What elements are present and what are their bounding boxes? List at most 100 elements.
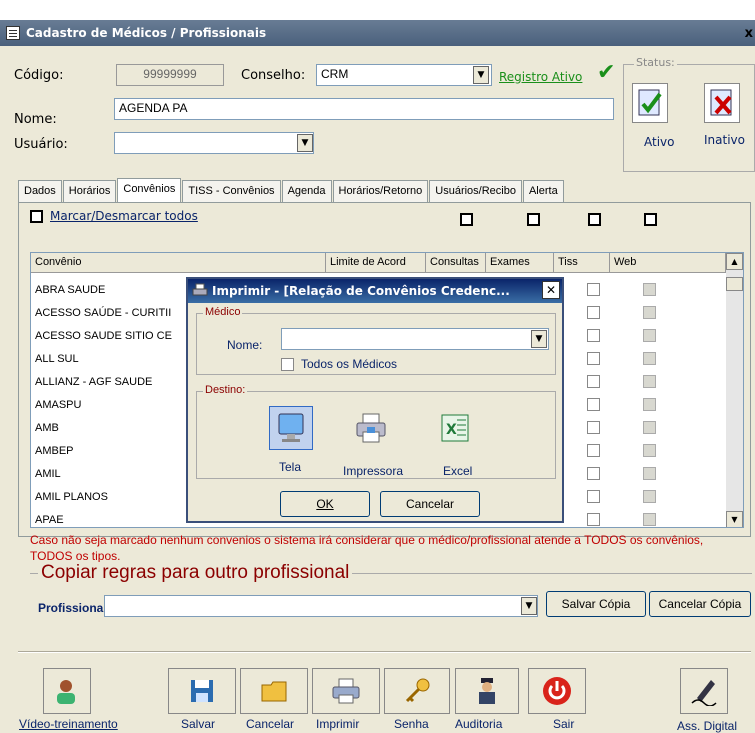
imprimir-button[interactable] — [312, 668, 380, 714]
chevron-down-icon[interactable]: ▼ — [297, 134, 313, 152]
grid-scrollbar[interactable]: ▲ ▼ — [726, 253, 743, 527]
web-checkbox[interactable] — [643, 283, 656, 296]
medico-group: Médico Nome: ▼ Todos os Médicos — [196, 306, 556, 375]
header-web[interactable]: Web — [610, 253, 726, 273]
senha-label: Senha — [394, 717, 429, 731]
tiss-checkbox[interactable] — [587, 352, 600, 365]
tiss-checkbox[interactable] — [587, 513, 600, 526]
video-training-button[interactable] — [43, 668, 91, 714]
tab-horarios[interactable]: Horários — [62, 180, 117, 202]
tab-horarios-retorno[interactable]: Horários/Retorno — [332, 180, 429, 202]
web-checkbox[interactable] — [643, 467, 656, 480]
table-row[interactable]: AMIL — [35, 468, 61, 480]
main-window: Cadastro de Médicos / Profissionais x Có… — [0, 20, 755, 733]
tab-convenios[interactable]: Convênios — [117, 178, 182, 202]
nome-field[interactable]: AGENDA PA — [114, 98, 614, 120]
ativo-button[interactable] — [632, 83, 668, 123]
header-consultas[interactable]: Consultas — [426, 253, 486, 273]
web-checkbox[interactable] — [643, 513, 656, 526]
tiss-all-checkbox[interactable] — [588, 213, 601, 226]
table-row[interactable]: AMB — [35, 422, 59, 434]
profissional-select[interactable] — [104, 595, 538, 617]
close-icon[interactable]: x — [745, 26, 753, 41]
todos-medicos-checkbox[interactable] — [281, 358, 294, 371]
key-icon — [405, 678, 430, 703]
tiss-checkbox[interactable] — [587, 375, 600, 388]
tiss-checkbox[interactable] — [587, 283, 600, 296]
dialog-title: Imprimir - [Relação de Convênios Credenc… — [212, 284, 510, 298]
svg-text:X: X — [446, 422, 457, 438]
table-row[interactable]: AMASPU — [35, 399, 81, 411]
tiss-checkbox[interactable] — [587, 490, 600, 503]
tiss-checkbox[interactable] — [587, 444, 600, 457]
tab-dados[interactable]: Dados — [18, 180, 62, 202]
web-checkbox[interactable] — [643, 352, 656, 365]
table-row[interactable]: ACESSO SAÚDE - CURITII — [35, 307, 171, 319]
ass-digital-label: Ass. Digital — [677, 719, 738, 733]
tab-alerta[interactable]: Alerta — [522, 180, 564, 202]
web-checkbox[interactable] — [643, 444, 656, 457]
table-row[interactable]: APAE — [35, 514, 64, 526]
tiss-checkbox[interactable] — [587, 329, 600, 342]
conselho-select[interactable]: CRM — [316, 64, 492, 86]
ok-button[interactable]: OK — [280, 491, 370, 517]
chevron-down-icon[interactable]: ▼ — [726, 511, 743, 527]
tiss-checkbox[interactable] — [587, 306, 600, 319]
dialog-nome-label: Nome: — [227, 338, 263, 352]
web-checkbox[interactable] — [643, 329, 656, 342]
dialog-nome-select[interactable] — [281, 328, 549, 350]
salvar-copia-button[interactable]: Salvar Cópia — [546, 591, 646, 617]
header-convenio[interactable]: Convênio — [31, 253, 326, 273]
header-exames[interactable]: Exames — [486, 253, 554, 273]
excel-button[interactable]: X — [433, 406, 477, 450]
chevron-down-icon[interactable]: ▼ — [531, 330, 547, 348]
exames-all-checkbox[interactable] — [527, 213, 540, 226]
consultas-all-checkbox[interactable] — [460, 213, 473, 226]
toggle-all-link[interactable]: Marcar/Desmarcar todos — [50, 209, 198, 223]
video-training-label[interactable]: Vídeo-treinamento — [19, 717, 118, 731]
chevron-up-icon[interactable]: ▲ — [726, 253, 743, 270]
tiss-checkbox[interactable] — [587, 398, 600, 411]
web-all-checkbox[interactable] — [644, 213, 657, 226]
impressora-button[interactable] — [349, 406, 393, 450]
cancelar-button[interactable] — [240, 668, 308, 714]
auditoria-button[interactable] — [455, 668, 519, 714]
inativo-button[interactable] — [704, 83, 740, 123]
usuario-select[interactable] — [114, 132, 314, 154]
tab-usuarios-recibo[interactable]: Usuários/Recibo — [429, 180, 522, 202]
table-row[interactable]: ALL SUL — [35, 353, 79, 365]
table-row[interactable]: AMBEP — [35, 445, 74, 457]
tela-button[interactable] — [269, 406, 313, 450]
sair-button[interactable] — [528, 668, 586, 714]
web-checkbox[interactable] — [643, 490, 656, 503]
web-checkbox[interactable] — [643, 306, 656, 319]
header-tiss[interactable]: Tiss — [554, 253, 610, 273]
senha-button[interactable] — [384, 668, 450, 714]
window-titlebar: Cadastro de Médicos / Profissionais x — [0, 20, 755, 46]
tab-agenda[interactable]: Agenda — [281, 180, 332, 202]
table-row[interactable]: ACESSO SAUDE SITIO CE — [35, 330, 172, 342]
table-row[interactable]: ABRA SAUDE — [35, 284, 105, 296]
web-checkbox[interactable] — [643, 421, 656, 434]
header-limite[interactable]: Limite de Acord — [326, 253, 426, 273]
dialog-cancel-button[interactable]: Cancelar — [380, 491, 480, 517]
codigo-field[interactable]: 99999999 — [116, 64, 224, 86]
close-icon[interactable]: ✕ — [542, 281, 560, 299]
cancelar-copia-button[interactable]: Cancelar Cópia — [649, 591, 751, 617]
toggle-all-checkbox[interactable] — [30, 210, 43, 223]
conselho-label: Conselho: — [241, 68, 306, 83]
scroll-thumb[interactable] — [726, 277, 743, 291]
table-row[interactable]: ALLIANZ - AGF SAUDE — [35, 376, 152, 388]
web-checkbox[interactable] — [643, 398, 656, 411]
salvar-button[interactable] — [168, 668, 236, 714]
table-row[interactable]: AMIL PLANOS — [35, 491, 108, 503]
chevron-down-icon[interactable]: ▼ — [473, 66, 489, 84]
tiss-checkbox[interactable] — [587, 467, 600, 480]
web-checkbox[interactable] — [643, 375, 656, 388]
ass-digital-button[interactable] — [680, 668, 728, 714]
registro-ativo-link[interactable]: Registro Ativo — [499, 70, 582, 84]
chevron-down-icon[interactable]: ▼ — [521, 597, 537, 615]
monitor-icon — [278, 413, 304, 442]
tab-tiss-convenios[interactable]: TISS - Convênios — [182, 180, 281, 202]
tiss-checkbox[interactable] — [587, 421, 600, 434]
